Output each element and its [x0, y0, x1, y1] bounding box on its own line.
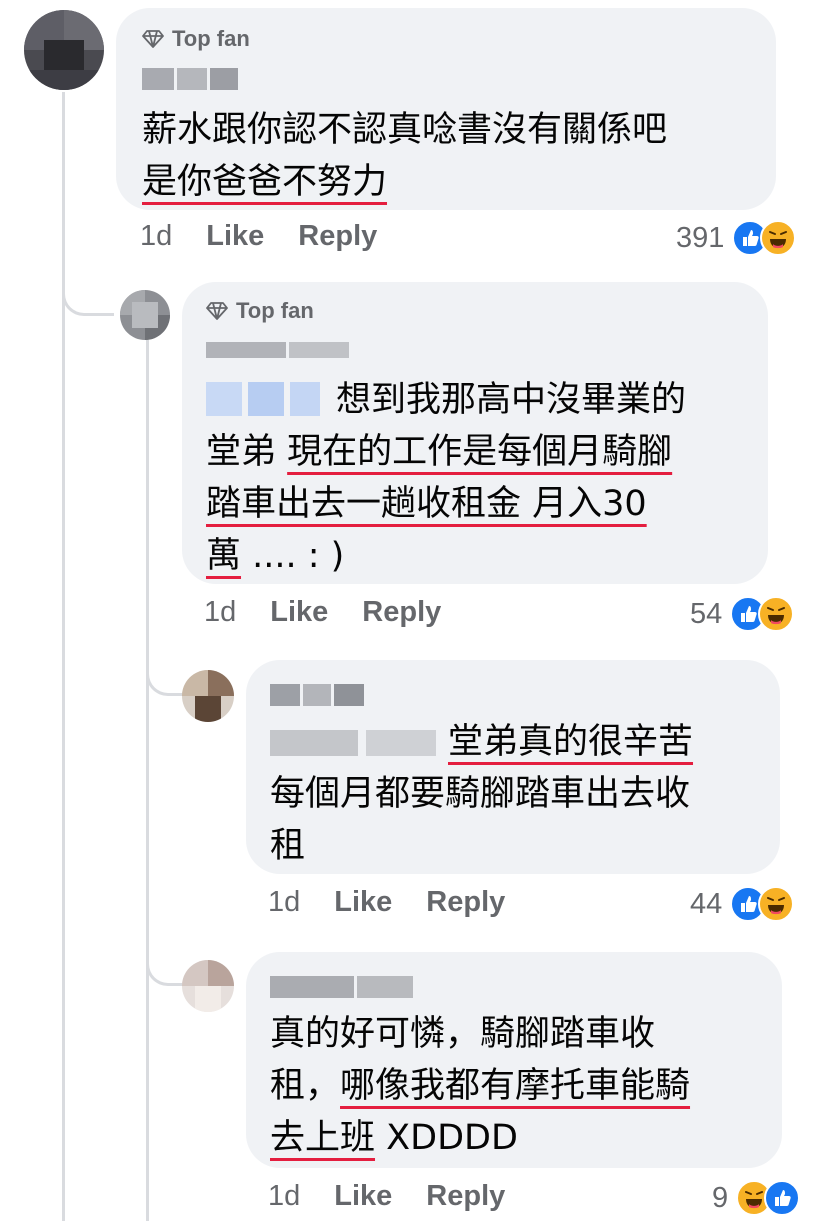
avatar[interactable]: [120, 290, 170, 340]
reply-button[interactable]: Reply: [298, 220, 377, 253]
like-button[interactable]: Like: [334, 1180, 392, 1213]
avatar[interactable]: [24, 10, 104, 90]
reaction-count: 9: [712, 1181, 729, 1214]
avatar[interactable]: [182, 960, 234, 1012]
reply-button[interactable]: Reply: [426, 886, 505, 919]
commenter-name[interactable]: [270, 976, 416, 998]
comment-text: 堂弟真的很辛苦 每個月都要騎腳踏車出去收 租: [270, 722, 694, 866]
comment-actions: 1d Like Reply: [268, 886, 505, 919]
like-button[interactable]: Like: [206, 220, 264, 253]
haha-reaction-icon: [758, 886, 795, 922]
comment-actions: 1d Like Reply: [268, 1180, 505, 1213]
thread-line-nested: [146, 340, 149, 1221]
timestamp[interactable]: 1d: [268, 886, 300, 919]
diamond-icon: [142, 30, 164, 48]
comment-text: 真的好可憐，騎腳踏車收 租，哪像我都有摩托車能騎 去上班 XDDDD: [270, 1014, 691, 1158]
reaction-summary[interactable]: 391: [676, 220, 797, 256]
comment-actions: 1d Like Reply: [140, 220, 377, 253]
reaction-summary[interactable]: 9: [712, 1180, 801, 1216]
like-reaction-icon: [764, 1180, 801, 1216]
comment-text: 想到我那高中沒畢業的 堂弟 現在的工作是每個月騎腳 踏車出去一趟收租金 月入30…: [206, 380, 687, 576]
reply-button[interactable]: Reply: [426, 1180, 505, 1213]
reaction-count: 54: [690, 597, 723, 630]
avatar[interactable]: [182, 670, 234, 722]
reaction-summary[interactable]: 44: [690, 886, 795, 922]
thread-line: [62, 92, 65, 1221]
like-button[interactable]: Like: [270, 596, 328, 629]
timestamp[interactable]: 1d: [204, 596, 236, 629]
thread-connector: [146, 940, 182, 986]
thread-connector: [146, 650, 182, 696]
commenter-name[interactable]: [142, 68, 241, 90]
haha-reaction-icon: [760, 220, 797, 256]
diamond-icon: [206, 302, 228, 320]
timestamp[interactable]: 1d: [268, 1180, 300, 1213]
top-fan-badge: Top fan: [206, 298, 314, 324]
commenter-name[interactable]: [270, 684, 367, 706]
reaction-count: 391: [676, 221, 725, 254]
haha-reaction-icon: [758, 596, 795, 632]
top-fan-badge: Top fan: [142, 26, 250, 52]
reaction-summary[interactable]: 54: [690, 596, 795, 632]
reaction-count: 44: [690, 887, 723, 920]
reply-button[interactable]: Reply: [362, 596, 441, 629]
thread-connector: [62, 270, 114, 316]
timestamp[interactable]: 1d: [140, 220, 172, 253]
comment-actions: 1d Like Reply: [204, 596, 441, 629]
comment-text: 薪水跟你認不認真唸書沒有關係吧 是你爸爸不努力: [142, 110, 668, 202]
like-button[interactable]: Like: [334, 886, 392, 919]
commenter-name[interactable]: [206, 342, 352, 364]
